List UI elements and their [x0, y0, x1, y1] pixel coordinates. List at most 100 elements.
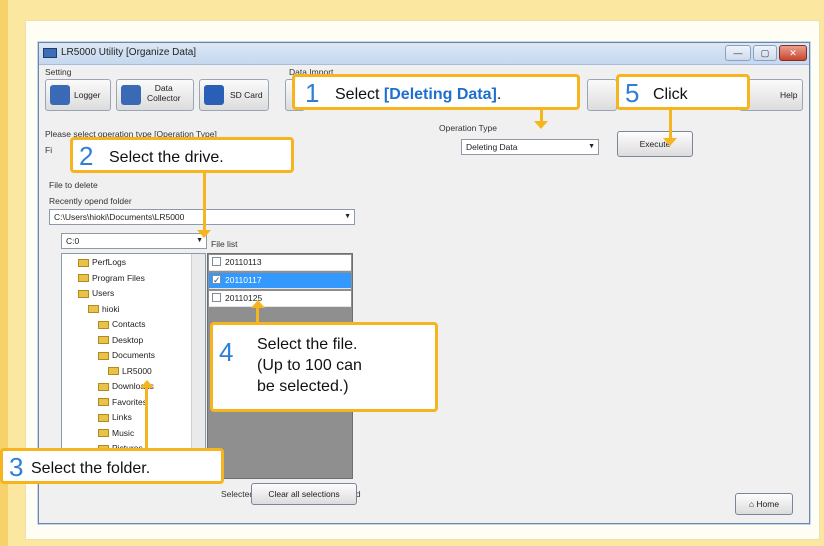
sd-card-button[interactable]: SD Card [199, 79, 269, 111]
tree-item[interactable]: Contacts [98, 319, 146, 329]
tree-item-label: Music [112, 427, 135, 438]
file-checkbox[interactable] [212, 257, 221, 266]
app-icon [43, 48, 57, 58]
callout-1-text-before: Select [335, 86, 384, 103]
callout-1-text: Select [Deleting Data]. [335, 86, 501, 104]
callout-2-arrowhead [197, 230, 211, 238]
folder-icon [98, 382, 109, 391]
callout-3-number: 3 [9, 452, 24, 482]
clear-selections-button[interactable]: Clear all selections [251, 483, 357, 505]
operation-type-select[interactable]: Deleting Data ▼ [461, 139, 599, 155]
folder-tree[interactable]: PerfLogs Program Files Users hioki Contacts D… [61, 253, 206, 481]
file-label-partial: Fi [45, 145, 53, 155]
data-collector-button[interactable]: Data Collector [116, 79, 194, 111]
tree-item[interactable]: Music [98, 428, 134, 438]
file-row[interactable]: 20110117 [209, 273, 351, 289]
tree-item[interactable]: Program Files [78, 273, 145, 283]
tree-item[interactable]: Documents [98, 350, 155, 360]
execute-button[interactable]: Execute [617, 131, 693, 157]
tree-scrollbar[interactable] [191, 254, 205, 480]
data-collector-label: Data Collector [147, 83, 181, 103]
callout-2: 2 Select the drive. [70, 137, 294, 173]
window-title: LR5000 Utility [Organize Data] [61, 47, 197, 58]
sd-card-label: SD Card [230, 90, 263, 100]
callout-3-pointer [145, 388, 148, 450]
close-button[interactable]: ✕ [779, 45, 807, 61]
callout-5-pointer [669, 108, 672, 138]
tree-item-label: hioki [102, 303, 120, 314]
tree-item-label: PerfLogs [92, 257, 127, 267]
tree-item-label: Program Files [92, 272, 145, 283]
callout-2-text: Select the drive. [109, 149, 224, 166]
minimize-button[interactable]: — [725, 45, 751, 61]
data-collector-icon [121, 85, 141, 105]
folder-icon [98, 429, 109, 438]
logger-label: Logger [74, 90, 101, 100]
chevron-down-icon: ▼ [588, 143, 595, 150]
callout-4-text: Select the file. (Up to 100 can be selec… [257, 336, 362, 395]
maximize-button[interactable]: ▢ [753, 45, 777, 61]
toolbar-button-hidden[interactable] [587, 79, 617, 111]
recent-folder-label: Recently opend folder [49, 196, 132, 206]
tree-item[interactable]: Users [78, 288, 114, 298]
tree-item-label: Documents [112, 350, 155, 360]
chevron-down-icon: ▼ [344, 213, 351, 220]
callout-5-arrowhead [663, 138, 677, 146]
operation-type-label: Operation Type [439, 123, 497, 133]
folder-icon [78, 289, 89, 298]
file-name: 20110117 [225, 275, 262, 285]
callout-2-pointer [203, 170, 206, 230]
file-row[interactable]: 20110113 [209, 255, 351, 271]
callout-5-number: 5 [625, 78, 640, 108]
callout-3-text: Select the folder. [31, 460, 151, 477]
file-name: 20110113 [225, 257, 262, 267]
drive-select[interactable]: C:0 ▼ [61, 233, 207, 249]
title-bar: LR5000 Utility [Organize Data] — ▢ ✕ [39, 43, 809, 65]
file-checkbox[interactable] [212, 273, 221, 288]
callout-1-text-after: . [496, 86, 502, 103]
callout-3: 3 Select the folder. [0, 448, 224, 484]
operation-type-value: Deleting Data [466, 142, 518, 152]
tree-item[interactable]: Favorites [98, 397, 147, 407]
tree-item[interactable]: Links [98, 412, 132, 422]
sd-card-icon [204, 85, 224, 105]
folder-icon [78, 258, 89, 267]
folder-icon [88, 305, 99, 314]
callout-1: 1 Select [Deleting Data]. [292, 74, 580, 110]
logger-button[interactable]: Logger [45, 79, 111, 111]
tree-item[interactable]: PerfLogs [78, 257, 126, 267]
drive-value: C:0 [66, 236, 80, 246]
help-label: Help [780, 90, 798, 100]
callout-4-number: 4 [219, 337, 234, 367]
folder-icon [98, 398, 109, 407]
tree-item-label: Favorites [112, 396, 147, 407]
tree-item-label: Desktop [112, 334, 144, 345]
file-list-label: File list [211, 239, 238, 249]
callout-1-bold: [Deleting Data] [383, 86, 497, 103]
tree-item-label: Links [112, 412, 132, 422]
home-icon: ⌂ [748, 499, 755, 509]
callout-5-text: Click [653, 86, 688, 103]
folder-icon [78, 274, 89, 283]
folder-icon [98, 351, 109, 360]
tree-item-label: LR5000 [122, 365, 152, 376]
file-row[interactable]: 20110125 [209, 291, 351, 307]
callout-1-number: 1 [305, 78, 320, 108]
callout-1-arrowhead [534, 121, 548, 129]
home-button[interactable]: ⌂ Home [735, 493, 793, 515]
tree-item-label: Contacts [112, 319, 146, 329]
tree-item[interactable]: hioki [88, 304, 119, 314]
recent-folder-value: C:\Users\hioki\Documents\LR5000 [54, 212, 185, 222]
file-to-delete-label: File to delete [49, 180, 98, 190]
file-checkbox[interactable] [212, 293, 221, 302]
folder-icon [108, 367, 119, 376]
recent-folder-select[interactable]: C:\Users\hioki\Documents\LR5000 ▼ [49, 209, 355, 225]
tree-item[interactable]: LR5000 [108, 366, 152, 376]
logger-icon [50, 85, 70, 105]
folder-icon [98, 320, 109, 329]
folder-icon [98, 336, 109, 345]
home-label: Home [756, 499, 780, 509]
callout-4: 4 Select the file. (Up to 100 can be sel… [210, 322, 438, 412]
setting-label: Setting [45, 67, 72, 77]
tree-item[interactable]: Desktop [98, 335, 143, 345]
